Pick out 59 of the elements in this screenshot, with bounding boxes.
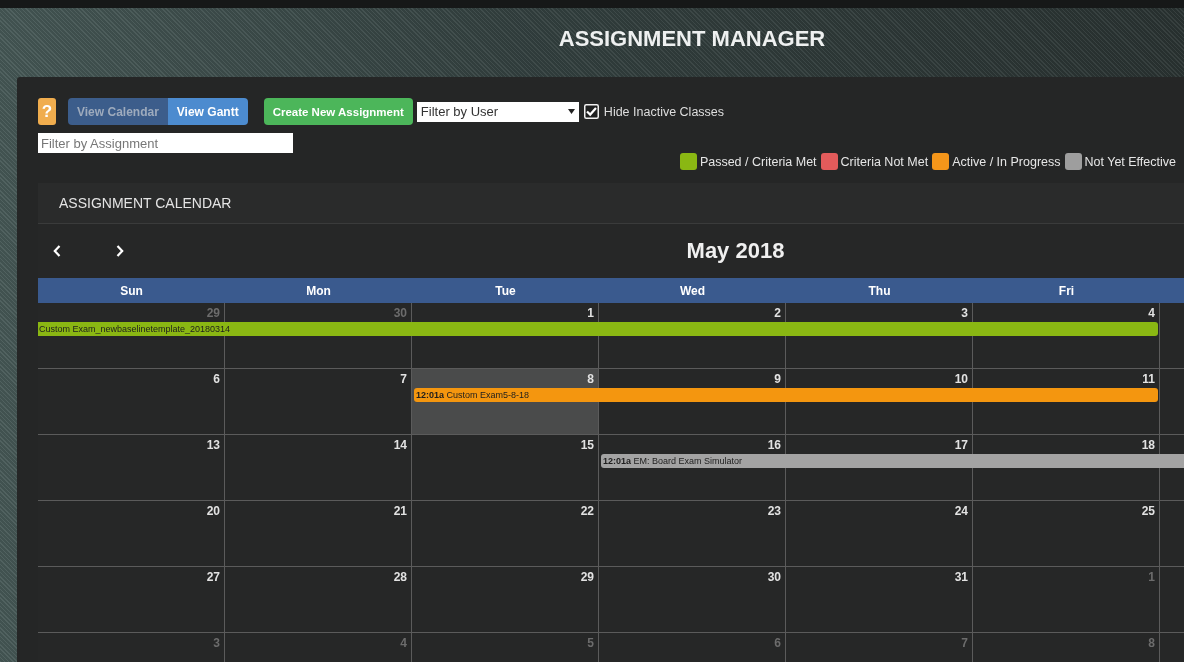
- day-number: 25: [1141, 505, 1155, 518]
- day-number: 20: [206, 505, 220, 518]
- day-number: 1: [1148, 571, 1155, 584]
- weekday-label: Mon: [306, 283, 331, 298]
- day-number: 5: [587, 637, 594, 650]
- view-toggle-tab[interactable]: View Gantt: [167, 98, 248, 125]
- day-number: 27: [206, 571, 220, 584]
- day-number: 6: [213, 373, 220, 386]
- day-number: 30: [393, 307, 407, 320]
- legend-label: Criteria Not Met: [840, 154, 929, 169]
- day-number: 7: [961, 637, 968, 650]
- page-title: ASSIGNMENT MANAGER: [558, 25, 826, 52]
- day-number: 15: [580, 439, 594, 452]
- day-number: 7: [400, 373, 407, 386]
- day-number: 23: [767, 505, 781, 518]
- month-title: May 2018: [686, 238, 785, 264]
- day-number: 17: [954, 439, 968, 452]
- weekday-label: Wed: [679, 283, 706, 298]
- event-bar[interactable]: Custom Exam_newbaselinetemplate_20180314: [38, 322, 1158, 336]
- day-number: 3: [213, 637, 220, 650]
- day-number: 8: [1148, 637, 1155, 650]
- day-number: 1: [587, 307, 594, 320]
- caret-down-icon: [567, 109, 575, 114]
- legend-label: Active / In Progress: [952, 154, 1061, 169]
- day-number: 13: [206, 439, 220, 452]
- day-number: 6: [774, 637, 781, 650]
- event-bar[interactable]: 12:01a EM: Board Exam Simulator: [601, 454, 1184, 468]
- legend-label: Passed / Criteria Met: [699, 154, 817, 169]
- chevron-left-icon[interactable]: [53, 245, 61, 257]
- assignment-filter-field[interactable]: Filter by Assignment: [38, 133, 293, 153]
- day-number: 8: [587, 373, 594, 386]
- weekday-label: Fri: [1058, 283, 1075, 298]
- day-number: 14: [393, 439, 407, 452]
- day-number: 2: [774, 307, 781, 320]
- day-number: 16: [767, 439, 781, 452]
- weekday-label: Sun: [120, 283, 143, 298]
- day-number: 10: [954, 373, 968, 386]
- day-number: 18: [1141, 439, 1155, 452]
- day-number: 22: [580, 505, 594, 518]
- day-number: 30: [767, 571, 781, 584]
- day-number: 24: [954, 505, 968, 518]
- day-number: 3: [961, 307, 968, 320]
- weekday-label: Tue: [495, 283, 516, 298]
- day-number: 31: [954, 571, 968, 584]
- calendar-title: ASSIGNMENT CALENDAR: [59, 195, 232, 211]
- day-number: 29: [580, 571, 594, 584]
- legend-label: Not Yet Effective: [1084, 154, 1176, 169]
- day-number: 4: [400, 637, 407, 650]
- day-number: 11: [1142, 373, 1155, 386]
- day-number: 9: [774, 373, 781, 386]
- day-number: 29: [206, 307, 220, 320]
- chevron-right-icon[interactable]: [116, 245, 124, 257]
- user-filter-select[interactable]: Filter by User: [416, 101, 579, 122]
- weekday-label: Thu: [868, 283, 891, 298]
- day-number: 4: [1148, 307, 1155, 320]
- day-number: 28: [393, 571, 407, 584]
- day-number: 21: [393, 505, 407, 518]
- hide-inactive-label: Hide Inactive Classes: [603, 104, 725, 119]
- event-bar[interactable]: 12:01a Custom Exam5-8-18: [414, 388, 1158, 402]
